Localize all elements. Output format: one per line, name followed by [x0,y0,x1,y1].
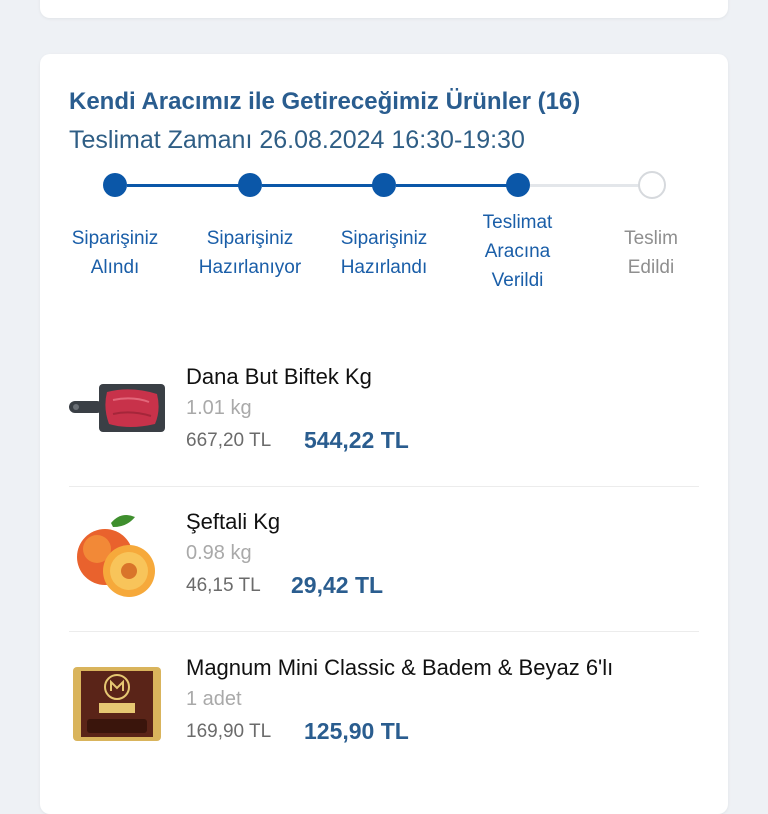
step-label-preparing: Siparişiniz Hazırlanıyor [198,228,302,278]
step-dot-received [103,173,127,197]
step-label-delivered: Teslim Edildi [624,228,678,278]
product-item[interactable]: Dana But Biftek Kg 1.01 kg 667,20 TL 544… [69,342,699,487]
step-label-received: Siparişiniz Alındı [71,228,159,278]
tracker-line [127,184,249,187]
order-group-title: Kendi Aracımız ile Getireceğimiz Ürünler… [69,88,581,115]
product-new-price: 544,22 TL [304,427,409,453]
tracker-line [396,184,518,187]
product-item[interactable]: Şeftali Kg 0.98 kg 46,15 TL 29,42 TL [69,487,699,632]
product-name: Şeftali Kg [186,509,281,534]
product-quantity: 1.01 kg [186,397,252,419]
peach-image [69,509,165,605]
product-quantity: 0.98 kg [186,542,252,564]
product-name: Dana But Biftek Kg [186,364,372,389]
product-item[interactable]: Magnum Mini Classic & Badem & Beyaz 6'lı… [69,633,699,778]
product-new-price: 125,90 TL [304,718,409,744]
product-old-price: 46,15 TL [186,575,261,596]
product-quantity: 1 adet [186,688,242,710]
product-old-price: 667,20 TL [186,430,272,451]
step-dot-preparing [238,173,262,197]
order-group-card: Kendi Aracımız ile Getireceğimiz Ürünler… [40,54,728,814]
step-dot-delivered [638,171,666,199]
product-old-price: 169,90 TL [186,721,272,742]
step-label-on-vehicle: Teslimat Aracına Verildi [482,212,553,291]
step-label-prepared: Siparişiniz Hazırlandı [340,228,428,278]
tracker-line [262,184,384,187]
beef-steak-image [69,360,165,456]
step-dot-prepared [372,173,396,197]
tracker-line-pending [530,184,652,187]
product-new-price: 29,42 TL [291,572,384,598]
product-name: Magnum Mini Classic & Badem & Beyaz 6'lı [186,655,614,680]
delivery-time: Teslimat Zamanı 26.08.2024 16:30-19:30 [69,126,525,154]
magnum-box-image [69,661,165,757]
divider [69,631,699,632]
step-dot-on-vehicle [506,173,530,197]
previous-card [40,0,728,18]
